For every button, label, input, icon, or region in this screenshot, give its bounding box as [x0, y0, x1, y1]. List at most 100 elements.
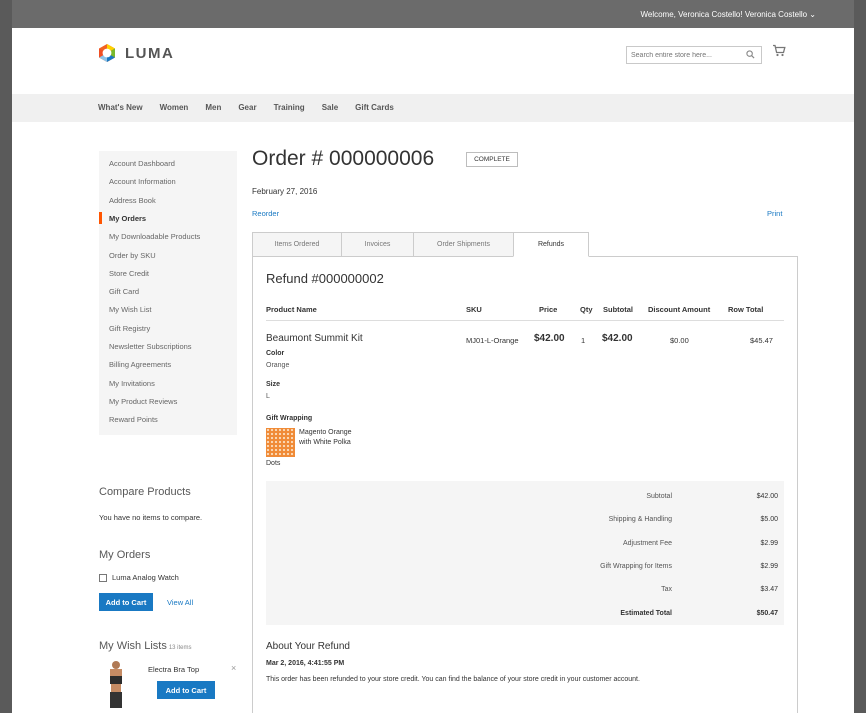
page: Welcome, Veronica Costello! Veronica Cos… — [12, 0, 854, 713]
totals-value: $5.00 — [760, 516, 778, 524]
wishlist-product-image[interactable] — [107, 660, 125, 708]
sidebar-item-account-information[interactable]: Account Information — [109, 177, 176, 186]
main-navigation: What's New Women Men Gear Training Sale Gift C… — [12, 94, 854, 122]
totals-label: Tax — [661, 586, 672, 594]
account-nav: Account Dashboard Account Information Addr… — [99, 151, 237, 435]
tab-invoices[interactable]: Invoices — [341, 232, 414, 257]
window-frame-right — [854, 0, 866, 713]
refund-date: Mar 2, 2016, 4:41:55 PM — [266, 660, 345, 667]
tab-refunds[interactable]: Refunds — [513, 232, 589, 257]
nav-item-women[interactable]: Women — [160, 103, 189, 112]
gift-wrapping-swatch — [266, 428, 295, 457]
sidebar-item-gift-registry[interactable]: Gift Registry — [109, 324, 150, 333]
product-qty: 1 — [581, 336, 586, 345]
reorder-link[interactable]: Reorder — [252, 209, 279, 218]
logo-text: LUMA — [125, 44, 175, 62]
product-name: Beaumont Summit Kit — [266, 333, 363, 344]
cart-icon[interactable] — [772, 44, 786, 59]
column-sku: SKU — [466, 305, 482, 314]
my-orders-block-title: My Orders — [99, 549, 151, 561]
gift-wrapping-label: Gift Wrapping — [266, 415, 313, 422]
wishlist-item-name[interactable]: Electra Bra Top — [148, 665, 199, 674]
option-value-size: L — [266, 393, 270, 400]
compare-products-title: Compare Products — [99, 486, 191, 498]
totals-label: Estimated Total — [620, 609, 672, 617]
totals-value: $3.47 — [760, 586, 778, 594]
totals-value: $2.99 — [760, 562, 778, 570]
active-indicator — [99, 211, 102, 224]
add-to-cart-button[interactable]: Add to Cart — [99, 593, 153, 611]
gift-wrapping-name-tail: Dots — [266, 460, 281, 467]
order-date: February 27, 2016 — [252, 187, 318, 196]
totals-value: $50.47 — [756, 609, 778, 617]
tab-order-shipments[interactable]: Order Shipments — [413, 232, 514, 257]
luma-logo-icon — [96, 42, 118, 64]
sidebar-item-my-invitations[interactable]: My Invitations — [109, 379, 155, 388]
refund-message: This order has been refunded to your sto… — [266, 676, 640, 683]
sidebar-item-newsletter-subscriptions[interactable]: Newsletter Subscriptions — [109, 342, 192, 351]
option-label-size: Size — [266, 381, 281, 388]
nav-item-what-s-new[interactable]: What's New — [98, 103, 143, 112]
sidebar-item-gift-card[interactable]: Gift Card — [109, 287, 139, 296]
gift-wrapping-name: Magento Orange with White Polka — [299, 429, 352, 446]
reorder-checkbox[interactable] — [99, 573, 107, 582]
wishlist-add-to-cart-button[interactable]: Add to Cart — [157, 681, 215, 699]
sidebar-item-my-orders[interactable]: My Orders — [109, 214, 146, 223]
sidebar-item-my-wish-list[interactable]: My Wish List — [109, 305, 152, 314]
totals-value: $2.99 — [760, 539, 778, 547]
customer-menu[interactable]: Welcome, Veronica Costello! Veronica Cos… — [640, 10, 816, 19]
about-refund-title: About Your Refund — [266, 641, 350, 652]
totals-label: Shipping & Handling — [608, 516, 672, 524]
column-qty: Qty — [580, 305, 593, 314]
logo[interactable]: LUMA — [96, 41, 174, 65]
totals-label: Subtotal — [646, 493, 672, 500]
order-status-badge: COMPLETE — [466, 152, 518, 167]
option-label-color: Color — [266, 350, 285, 357]
column-subtotal: Subtotal — [603, 305, 633, 314]
column-product-name: Product Name — [266, 305, 317, 314]
column-discount-amount: Discount Amount — [648, 305, 711, 314]
search-input[interactable] — [631, 47, 743, 63]
totals-label: Adjustment Fee — [622, 539, 672, 547]
totals-value: $42.00 — [756, 493, 778, 500]
column-price: Price — [539, 305, 558, 314]
nav-item-men[interactable]: Men — [205, 103, 221, 112]
recent-order-item: Luma Analog Watch — [99, 573, 179, 582]
product-discount: $0.00 — [670, 336, 689, 345]
product-row-total: $45.47 — [750, 336, 773, 345]
sidebar-item-billing-agreements[interactable]: Billing Agreements — [109, 360, 171, 369]
wishlist-block-title: My Wish Lists 13 items — [99, 640, 192, 652]
compare-empty-text: You have no items to compare. — [99, 513, 203, 522]
refund-title: Refund #000000002 — [266, 271, 384, 286]
search-icon[interactable] — [746, 50, 755, 61]
product-price: $42.00 — [534, 333, 565, 344]
page-title: Order # 000000006 — [252, 147, 435, 170]
wishlist-count: 13 items — [168, 645, 192, 651]
wishlist-title-text: My Wish Lists — [99, 640, 167, 652]
nav-item-training[interactable]: Training — [274, 103, 305, 112]
view-all-link[interactable]: View All — [167, 598, 193, 607]
product-subtotal: $42.00 — [602, 333, 633, 344]
sidebar-item-store-credit[interactable]: Store Credit — [109, 269, 149, 278]
sidebar-item-order-by-sku[interactable]: Order by SKU — [109, 251, 156, 260]
nav-item-gift-cards[interactable]: Gift Cards — [355, 103, 394, 112]
window-frame-left — [0, 0, 12, 713]
product-sku: MJ01-L-Orange — [466, 336, 519, 345]
sidebar-item-address-book[interactable]: Address Book — [109, 196, 156, 205]
print-link[interactable]: Print — [767, 209, 782, 218]
sidebar-item-my-downloadable-products[interactable]: My Downloadable Products — [109, 232, 200, 241]
nav-item-gear[interactable]: Gear — [238, 103, 256, 112]
refund-totals: Subtotal $42.00 Shipping & Handling $5.00 Ad… — [266, 481, 784, 625]
sidebar-item-account-dashboard[interactable]: Account Dashboard — [109, 159, 175, 168]
wishlist-remove-icon[interactable]: × — [231, 663, 236, 673]
column-row-total: Row Total — [728, 305, 764, 314]
totals-label: Gift Wrapping for Items — [600, 562, 672, 570]
nav-item-sale[interactable]: Sale — [322, 103, 338, 112]
top-panel: Welcome, Veronica Costello! Veronica Cos… — [12, 0, 854, 28]
sidebar-item-reward-points[interactable]: Reward Points — [109, 415, 158, 424]
option-value-color: Orange — [266, 362, 290, 369]
recent-order-item-name: Luma Analog Watch — [112, 573, 179, 582]
table-header-divider — [266, 320, 784, 321]
sidebar-item-my-product-reviews[interactable]: My Product Reviews — [109, 397, 177, 406]
tab-items-ordered[interactable]: Items Ordered — [252, 232, 342, 257]
